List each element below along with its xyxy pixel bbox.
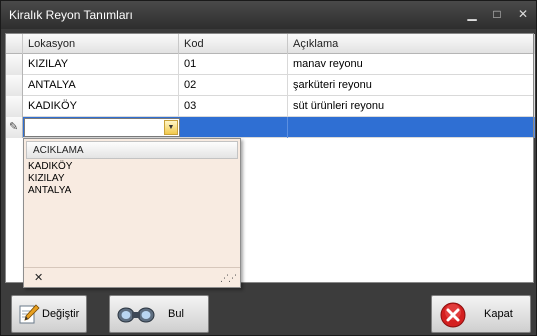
grid-header: Lokasyon Kod Açıklama [6,34,535,54]
column-header-lokasyon[interactable]: Lokasyon [23,34,179,54]
column-header-kod[interactable]: Kod [179,34,288,54]
cell-kod[interactable]: 03 [179,96,288,117]
lokasyon-dropdown-popup[interactable]: ACIKLAMA KADIKÖY KIZILAY ANTALYA ✕ ⋰⋰ [23,138,241,288]
dropdown-column-header[interactable]: ACIKLAMA [26,141,238,159]
main-window: Kiralık Reyon Tanımları ▁ □ ✕ Lokasyon K… [0,0,537,336]
lokasyon-combobox[interactable]: ▼ [24,118,180,137]
cell-kod[interactable]: 02 [179,75,288,96]
minimize-icon[interactable]: ▁ [465,7,479,21]
dropdown-footer: ✕ ⋰⋰ [24,267,240,287]
dropdown-item[interactable]: KIZILAY [28,173,72,185]
pencil-edit-icon [19,304,40,324]
cell-lokasyon[interactable]: ANTALYA [23,75,179,96]
window-title: Kiralık Reyon Tanımları [9,8,133,22]
bul-button[interactable]: Bul [109,295,209,333]
dropdown-list[interactable]: KADIKÖY KIZILAY ANTALYA [28,161,72,197]
clear-icon[interactable]: ✕ [34,271,43,284]
chevron-down-icon[interactable]: ▼ [164,120,178,135]
cell-kod[interactable] [179,117,288,138]
new-row-editor[interactable]: ✎ ▼ [6,117,535,138]
cell-lokasyon[interactable]: KADIKÖY [23,96,179,117]
row-indicator[interactable] [6,96,23,117]
close-icon[interactable]: ✕ [516,7,530,21]
row-indicator[interactable] [6,75,23,96]
cell-aciklama[interactable] [288,117,535,138]
maximize-icon[interactable]: □ [490,7,504,21]
bul-label: Bul [168,308,184,320]
cell-aciklama[interactable]: şarküteri reyonu [288,75,535,96]
degistir-button[interactable]: Değiştir [11,295,87,333]
table-row[interactable]: KIZILAY 01 manav reyonu [6,54,535,75]
kapat-button[interactable]: Kapat [431,295,531,333]
pencil-icon: ✎ [9,121,19,133]
cell-aciklama[interactable]: süt ürünleri reyonu [288,96,535,117]
dropdown-item[interactable]: ANTALYA [28,185,72,197]
dropdown-item[interactable]: KADIKÖY [28,161,72,173]
column-header-aciklama[interactable]: Açıklama [288,34,535,54]
row-indicator[interactable]: ✎ [6,117,23,138]
red-close-icon [440,302,466,328]
table-row[interactable]: KADIKÖY 03 süt ürünleri reyonu [6,96,535,117]
kapat-label: Kapat [484,308,513,320]
table-row[interactable]: ANTALYA 02 şarküteri reyonu [6,75,535,96]
resize-grip-icon[interactable]: ⋰⋰ [220,273,237,284]
binoculars-icon [117,307,155,323]
degistir-label: Değiştir [42,308,80,320]
cell-lokasyon[interactable]: KIZILAY [23,54,179,75]
cell-aciklama[interactable]: manav reyonu [288,54,535,75]
cell-kod[interactable]: 01 [179,54,288,75]
row-indicator[interactable] [6,54,23,75]
title-bar[interactable]: Kiralık Reyon Tanımları ▁ □ ✕ [1,1,536,29]
row-indicator-header [6,34,23,54]
